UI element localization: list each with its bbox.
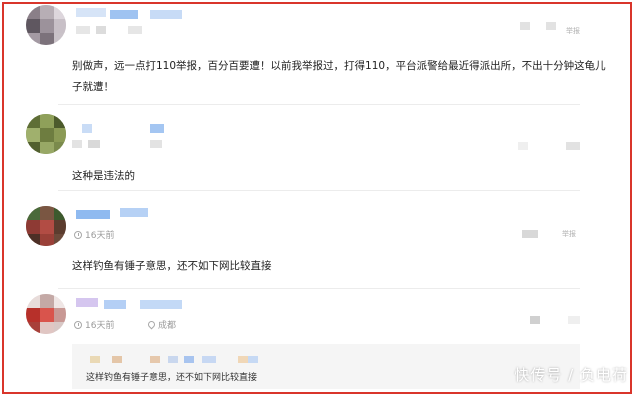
location-pin-icon xyxy=(146,319,157,330)
location-text: 成都 xyxy=(158,321,177,331)
username-redacted[interactable] xyxy=(76,210,110,219)
report-link[interactable]: 举报 xyxy=(566,26,580,36)
quoted-user-redacted xyxy=(150,356,160,363)
quoted-reply: 这样钓鱼有锤子意思，还不如下网比较直接 xyxy=(72,344,580,389)
divider xyxy=(58,190,580,191)
username-redacted[interactable] xyxy=(76,8,106,17)
username-redacted[interactable] xyxy=(82,124,92,133)
quoted-user-redacted xyxy=(112,356,122,363)
username-redacted[interactable] xyxy=(104,300,126,309)
avatar[interactable] xyxy=(26,114,66,154)
like-action[interactable] xyxy=(546,22,556,30)
username-redacted[interactable] xyxy=(110,10,138,19)
meta-redacted xyxy=(96,26,106,34)
reply-action[interactable] xyxy=(520,22,530,30)
like-action[interactable] xyxy=(566,142,580,150)
username-redacted[interactable] xyxy=(150,124,164,133)
username-redacted[interactable] xyxy=(120,208,148,217)
meta-redacted xyxy=(88,140,100,148)
meta-redacted xyxy=(76,26,90,34)
clock-icon xyxy=(74,320,82,329)
like-action[interactable] xyxy=(568,316,580,324)
location: 成都 xyxy=(146,318,177,331)
quoted-text: 这样钓鱼有锤子意思，还不如下网比较直接 xyxy=(86,373,258,383)
comment-text: 这样钓鱼有锤子意思，还不如下网比较直接 xyxy=(72,260,272,272)
username-redacted[interactable] xyxy=(76,298,98,307)
reply-action[interactable] xyxy=(518,142,528,150)
watermark: 快传号 / 负电荷 xyxy=(514,366,628,384)
divider xyxy=(58,104,580,105)
comment-text: 别做声，远一点打110举报，百分百要遭！以前我举报过，打得110，平台派警给最近… xyxy=(72,60,606,93)
meta-redacted xyxy=(128,26,142,34)
avatar[interactable] xyxy=(26,294,66,334)
quoted-user-redacted xyxy=(248,356,258,363)
username-redacted[interactable] xyxy=(150,10,182,19)
quoted-user-redacted xyxy=(168,356,178,363)
reply-action[interactable] xyxy=(522,230,538,238)
avatar[interactable] xyxy=(26,206,66,246)
timestamp: 16天前 xyxy=(74,318,114,331)
quoted-user-redacted xyxy=(202,356,216,363)
quoted-user-redacted xyxy=(184,356,194,363)
reply-action[interactable] xyxy=(530,316,540,324)
avatar[interactable] xyxy=(26,5,66,45)
comment-text: 这种是违法的 xyxy=(72,170,135,182)
quoted-user-redacted xyxy=(90,356,100,363)
divider xyxy=(58,288,580,289)
quoted-user-redacted xyxy=(238,356,248,363)
clock-icon xyxy=(74,230,82,239)
meta-redacted xyxy=(150,140,162,148)
meta-redacted xyxy=(72,140,82,148)
time-text: 16天前 xyxy=(85,231,115,241)
report-link[interactable]: 举报 xyxy=(562,229,576,239)
time-text: 16天前 xyxy=(85,321,115,331)
timestamp: 16天前 xyxy=(74,228,114,241)
username-redacted[interactable] xyxy=(140,300,182,309)
